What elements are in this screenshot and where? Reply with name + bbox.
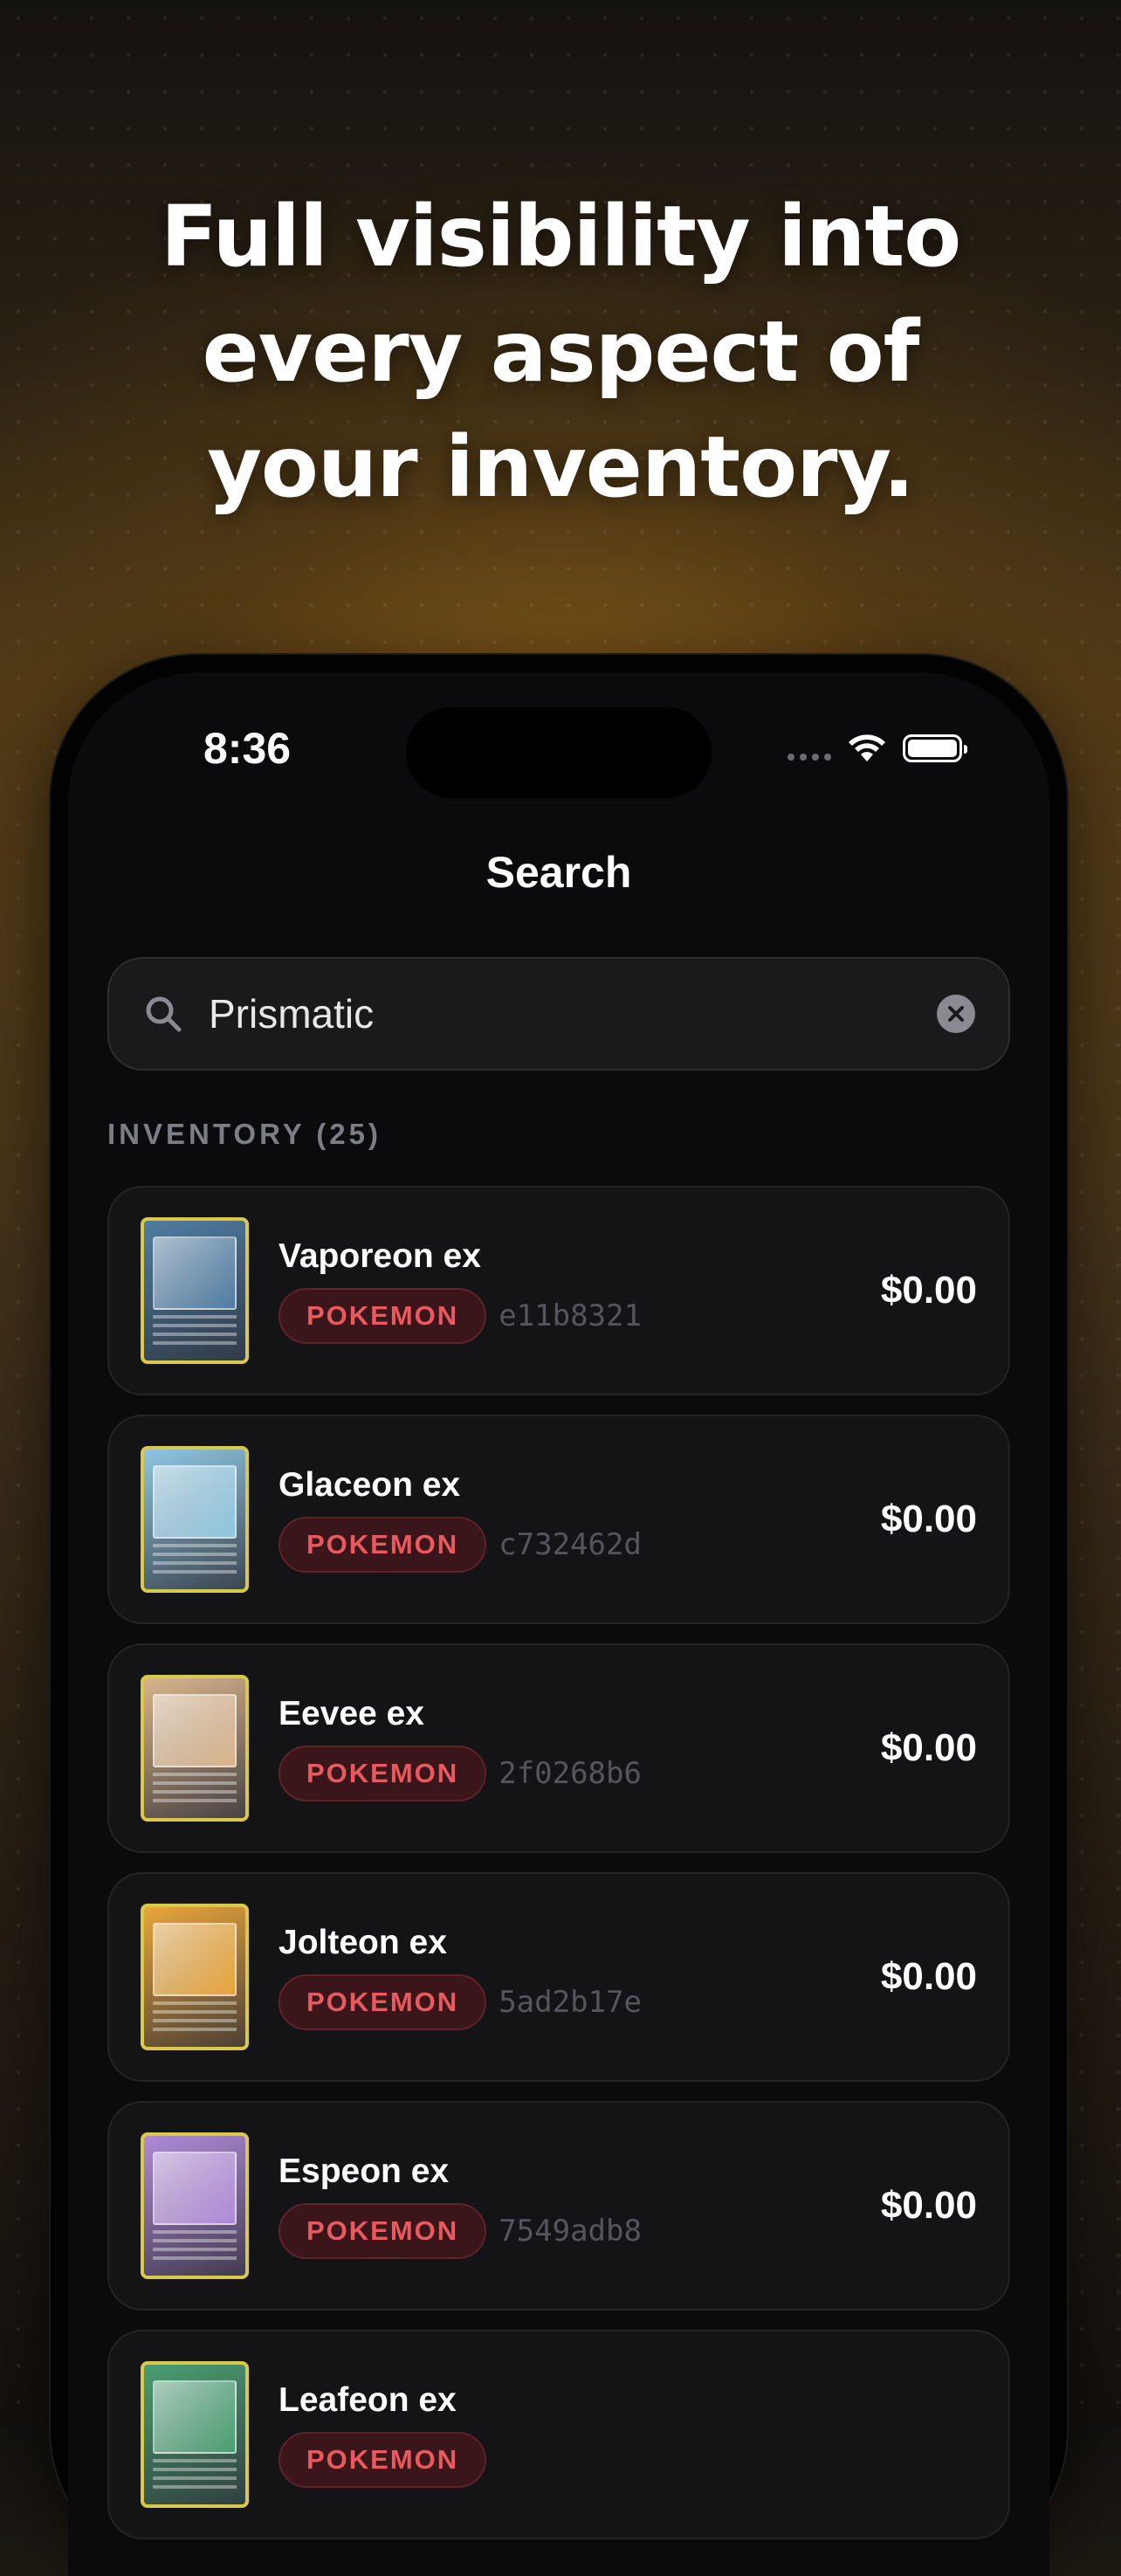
card-thumbnail [141, 2132, 249, 2279]
list-item[interactable]: Eevee ex POKEMON 2f0268b6 $0.00 [107, 1643, 1010, 1853]
item-code: 7549adb8 [499, 2214, 642, 2249]
headline-line-2: every aspect of [202, 303, 920, 401]
list-item[interactable]: Jolteon ex POKEMON 5ad2b17e $0.00 [107, 1872, 1010, 2082]
category-badge: POKEMON [279, 1288, 487, 1344]
item-name: Jolteon ex [279, 1924, 447, 1961]
item-name: Vaporeon ex [279, 1237, 481, 1275]
page-title: Search [485, 848, 632, 897]
card-thumbnail [141, 1217, 249, 1364]
section-header: INVENTORY (25) [107, 1118, 382, 1150]
list-item[interactable]: Espeon ex POKEMON 7549adb8 $0.00 [107, 2101, 1010, 2311]
item-name: Espeon ex [279, 2152, 450, 2190]
item-price: $0.00 [880, 1955, 977, 1998]
list-item[interactable]: Leafeon ex POKEMON [107, 2330, 1010, 2539]
dynamic-island [406, 707, 712, 798]
headline-line-3: your inventory. [207, 418, 914, 516]
card-art [153, 1923, 237, 1996]
item-code: 2f0268b6 [499, 1756, 642, 1791]
card-thumbnail [141, 1675, 249, 1822]
item-code: e11b8321 [499, 1298, 642, 1333]
status-time: 8:36 [203, 724, 292, 773]
search-input[interactable] [209, 990, 937, 1037]
item-price: $0.00 [880, 1726, 977, 1769]
search-bar[interactable] [107, 957, 1010, 1071]
card-art [153, 2152, 237, 2225]
close-icon [948, 1006, 964, 1022]
category-badge: POKEMON [279, 1517, 487, 1573]
item-name: Glaceon ex [279, 1466, 461, 1504]
card-thumbnail [141, 2361, 249, 2508]
list-item[interactable]: Vaporeon ex POKEMON e11b8321 $0.00 [107, 1186, 1010, 1395]
inventory-list: Vaporeon ex POKEMON e11b8321 $0.00 Glace… [107, 1186, 1010, 2559]
item-name: Eevee ex [279, 1695, 424, 1732]
item-price: $0.00 [880, 2184, 977, 2227]
item-name: Leafeon ex [279, 2381, 457, 2419]
search-icon [146, 996, 182, 1032]
clear-search-button[interactable] [937, 995, 975, 1033]
category-badge: POKEMON [279, 2432, 487, 2488]
card-thumbnail [141, 1446, 249, 1593]
card-art [153, 1236, 237, 1310]
category-badge: POKEMON [279, 2203, 487, 2259]
item-price: $0.00 [880, 1498, 977, 1540]
category-badge: POKEMON [279, 1746, 487, 1801]
item-code: c732462d [499, 1527, 642, 1562]
category-badge: POKEMON [279, 1974, 487, 2030]
status-icons [787, 734, 967, 763]
cellular-signal-icon [787, 754, 831, 761]
wifi-icon [849, 734, 885, 761]
phone-frame: 8:36 Search INVE [51, 655, 1067, 2576]
item-code: 5ad2b17e [499, 1985, 642, 2020]
battery-icon [903, 734, 967, 762]
card-art [153, 1694, 237, 1767]
card-art [153, 1465, 237, 1539]
card-thumbnail [141, 1904, 249, 2050]
phone-screen: 8:36 Search INVE [68, 672, 1049, 2576]
headline: Full visibility into every aspect of you… [0, 179, 1121, 525]
card-art [153, 2380, 237, 2454]
list-item[interactable]: Glaceon ex POKEMON c732462d $0.00 [107, 1415, 1010, 1624]
item-price: $0.00 [880, 1269, 977, 1312]
headline-line-1: Full visibility into [160, 188, 961, 286]
